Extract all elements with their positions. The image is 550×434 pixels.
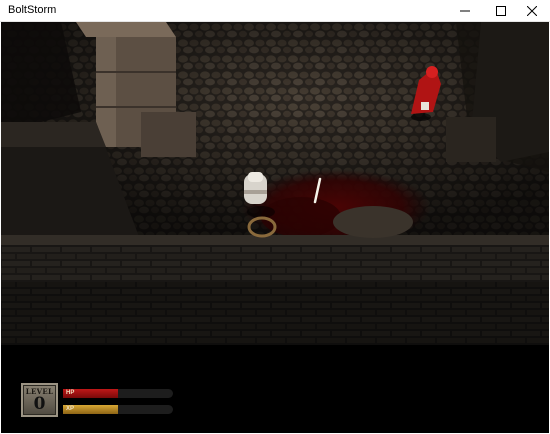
window-title: BoltStorm xyxy=(8,4,57,16)
hp-label: HP xyxy=(66,390,75,396)
game-viewport[interactable] xyxy=(1,22,549,433)
hp-bar: HP xyxy=(63,389,173,398)
close-button[interactable] xyxy=(514,0,550,22)
maximize-icon xyxy=(496,6,506,16)
title-bar: BoltStorm xyxy=(0,0,550,22)
minimize-button[interactable] xyxy=(447,0,483,22)
minimize-icon xyxy=(460,10,470,12)
dungeon-scene xyxy=(1,22,549,433)
stone-well xyxy=(333,206,413,238)
close-icon xyxy=(527,6,537,16)
xp-bar: XP xyxy=(63,405,173,414)
xp-label: XP xyxy=(66,406,75,412)
level-badge: LEVEL 0 xyxy=(21,383,58,417)
level-value: 0 xyxy=(33,394,46,414)
